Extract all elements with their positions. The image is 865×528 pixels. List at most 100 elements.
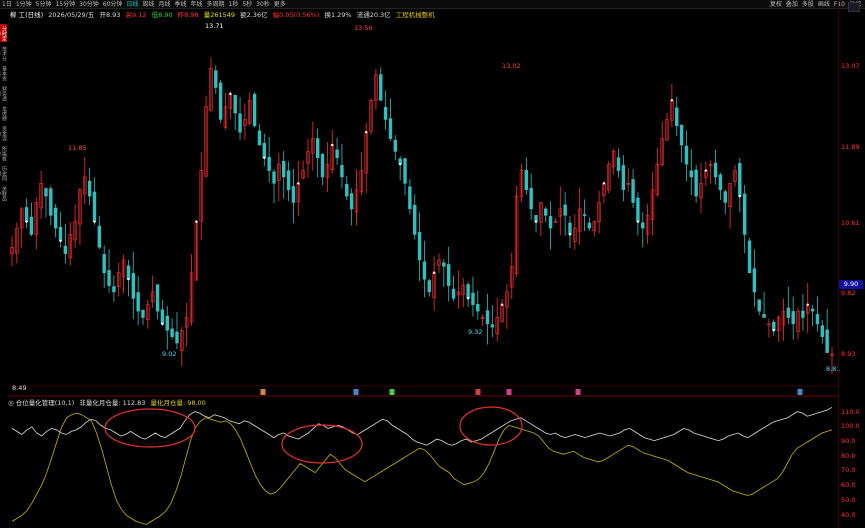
candle-body <box>413 204 417 235</box>
price-dot <box>93 220 96 223</box>
candle-body <box>476 303 480 312</box>
candle-body <box>335 149 339 159</box>
side-tab-4[interactable]: 龙虎榜 <box>0 104 7 122</box>
price-dot <box>59 239 62 243</box>
candle-body <box>582 214 587 216</box>
candle-body <box>126 265 131 280</box>
event-marker[interactable] <box>575 389 581 395</box>
period-tab-10[interactable]: 年线 <box>188 0 204 9</box>
candle-body <box>112 286 116 293</box>
candle-body <box>490 324 495 328</box>
candle-body <box>563 204 567 216</box>
candle-body <box>286 170 291 191</box>
candle-body <box>97 225 102 248</box>
period-tab-15[interactable]: 更多 <box>272 0 288 9</box>
side-tab-5[interactable]: 资金流向 <box>0 124 7 142</box>
candle-body <box>214 70 218 88</box>
side-tab-6[interactable]: 所属板块 <box>0 144 7 162</box>
candle-body <box>684 145 689 165</box>
scroll-up-button[interactable] <box>848 2 860 12</box>
period-tab-2[interactable]: 5分钟 <box>34 0 54 9</box>
candle-body <box>718 174 723 191</box>
candle-body <box>810 308 815 312</box>
toolbar-right-item-1[interactable]: 叠加 <box>784 0 800 9</box>
candle-body <box>738 163 742 197</box>
indicator-line1-label: 非量化月仓量: 112.83 <box>79 399 146 407</box>
candle-body <box>160 309 165 325</box>
change: 幅0.05(0.56%) <box>272 11 320 19</box>
price-dot <box>602 182 606 185</box>
candle-body <box>679 124 684 146</box>
side-tab-3[interactable]: 财务透视 <box>0 84 7 102</box>
candle-body <box>752 268 757 293</box>
period-tab-4[interactable]: 30分钟 <box>77 0 101 9</box>
candle-body <box>257 130 262 146</box>
candle-body <box>388 118 393 139</box>
axis-label-2: 11.89 <box>841 143 860 151</box>
candle-body <box>723 191 727 203</box>
candle-body <box>29 216 34 235</box>
industry[interactable]: 工程机械整机 <box>396 11 435 19</box>
event-marker[interactable] <box>506 389 512 395</box>
side-tab-0[interactable]: 分时走势 <box>0 24 7 42</box>
side-tab-2[interactable]: 基本资料 <box>0 64 7 82</box>
period-tab-6[interactable]: 日线 <box>124 0 140 9</box>
indicator-name[interactable]: ◎ 仓位量化管理(10,1) <box>8 399 74 407</box>
price-dot <box>772 329 775 332</box>
candle-body <box>786 307 791 318</box>
candle-body <box>471 292 475 306</box>
candle-body <box>102 254 106 274</box>
period-tab-13[interactable]: 5秒 <box>240 0 254 9</box>
indicator-axis-label-6: 50.0 <box>841 496 856 504</box>
period-tab-3[interactable]: 15分钟 <box>53 0 77 9</box>
candle-body <box>675 107 679 127</box>
indicator-axis-label-1: 100.0 <box>841 422 860 430</box>
toolbar-right-item-3[interactable]: 画线 <box>816 0 832 9</box>
event-marker[interactable] <box>260 389 266 395</box>
event-marker[interactable] <box>389 389 395 395</box>
toolbar-right-item-0[interactable]: 复权 <box>768 0 784 9</box>
price-label: 13.02 <box>502 62 521 70</box>
candle-body <box>345 184 349 197</box>
candle-body <box>529 188 533 210</box>
price-dot <box>704 169 708 172</box>
side-tab-7[interactable]: 历史同期 <box>0 164 7 182</box>
candle-body <box>136 292 140 312</box>
event-marker[interactable] <box>797 389 803 395</box>
candle-body <box>621 165 626 191</box>
candle-body <box>524 169 529 191</box>
period-tab-7[interactable]: 周线 <box>140 0 156 9</box>
candle-body <box>587 222 592 229</box>
candle-body <box>233 94 237 114</box>
period-tab-1[interactable]: 1分钟 <box>14 0 34 9</box>
candle-body <box>383 106 388 120</box>
candle-body <box>568 222 572 235</box>
candle-body <box>252 93 257 127</box>
period-tab-5[interactable]: 60分钟 <box>101 0 125 9</box>
candle-body <box>485 310 490 325</box>
main-chart-canvas[interactable]: 11.859.0213.71 13.569.3213.028.818.49 <box>0 0 865 528</box>
side-tab-1[interactable]: 技术分析 <box>0 44 7 62</box>
period-tab-8[interactable]: 月线 <box>156 0 172 9</box>
period-toolbar: 1日 1分钟 5分钟 15分钟 30分钟 60分钟 日线 周线 月线 季线 年线 多周期 1秒 5秒 30秒… <box>0 0 865 9</box>
candle-body <box>544 208 548 216</box>
candle-body <box>446 264 451 286</box>
stock-name[interactable]: 柳 工(日线) <box>10 11 43 19</box>
candle-body <box>53 207 58 229</box>
event-marker[interactable] <box>353 389 359 395</box>
candle-body <box>631 179 635 203</box>
period-tab-0[interactable]: 1日 <box>0 0 14 9</box>
candle-body <box>155 284 160 312</box>
event-marker[interactable] <box>475 389 481 395</box>
price-label: 13.71 <box>205 22 224 30</box>
side-tab-8[interactable]: 关联品种 <box>0 184 7 202</box>
period-tab-9[interactable]: 季线 <box>172 0 188 9</box>
period-tab-12[interactable]: 1秒 <box>227 0 241 9</box>
candle-body <box>63 245 68 254</box>
right-price-axis <box>838 0 865 528</box>
toolbar-right-item-2[interactable]: 多股 <box>800 0 816 9</box>
period-tab-11[interactable]: 多周期 <box>204 0 226 9</box>
candle-body <box>218 82 223 120</box>
price-label: 9.32 <box>468 328 482 336</box>
period-tab-14[interactable]: 30秒 <box>254 0 272 9</box>
